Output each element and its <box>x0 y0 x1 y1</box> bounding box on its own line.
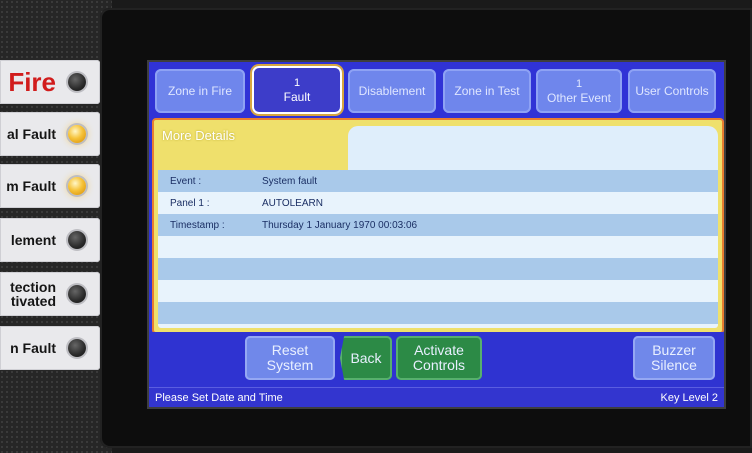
action-bar: Reset System Back Activate Controls Buzz… <box>149 332 724 387</box>
detail-row-event: Event : System fault <box>158 170 718 192</box>
indicator-label: m Fault <box>6 178 56 194</box>
led-icon <box>68 73 86 91</box>
indicator-label: al Fault <box>6 126 56 142</box>
indicator-label: n Fault <box>10 340 56 356</box>
detail-key: Timestamp : <box>170 219 225 231</box>
indicator-label: Fire <box>8 67 56 97</box>
tab-label: Zone in Fire <box>167 84 233 98</box>
detail-value: System fault <box>262 175 318 187</box>
button-label-line1: Reset <box>271 342 309 358</box>
led-icon <box>68 231 86 249</box>
indicator-label-line1: tection <box>10 279 56 295</box>
button-label: Back <box>350 349 382 366</box>
more-details-panel: More Details Event : System fault Panel … <box>152 118 724 334</box>
reset-system-button[interactable]: Reset System <box>245 336 335 380</box>
tab-label: Other Event <box>546 91 612 105</box>
details-list: Event : System fault Panel 1 : AUTOLEARN… <box>158 170 718 328</box>
tab-label: Fault <box>283 90 311 104</box>
buzzer-silence-button[interactable]: Buzzer Silence <box>633 336 715 380</box>
activate-controls-button[interactable]: Activate Controls <box>396 336 482 380</box>
tab-user-controls[interactable]: User Controls <box>628 69 716 113</box>
button-label-line2: System <box>266 357 314 373</box>
detail-value: AUTOLEARN <box>262 197 323 209</box>
tab-fault[interactable]: 1 Fault <box>252 66 342 114</box>
tab-count: 1 <box>575 78 583 90</box>
tab-zone-in-fire[interactable]: Zone in Fire <box>155 69 245 113</box>
detail-value: Thursday 1 January 1970 00:03:06 <box>262 219 418 231</box>
detail-row-empty <box>158 258 718 280</box>
tab-label: Disablement <box>358 84 426 98</box>
button-label-line1: Activate <box>414 342 464 358</box>
led-icon <box>68 285 86 303</box>
tab-zone-in-test[interactable]: Zone in Test <box>443 69 531 113</box>
button-label-line2: Silence <box>651 357 697 373</box>
indicator-label: tection tivated <box>10 272 56 316</box>
indicator-general-fault: al Fault <box>0 112 100 156</box>
indicator-fire: Fire <box>0 60 100 104</box>
detail-row-empty <box>158 236 718 258</box>
button-label-line1: Buzzer <box>652 342 696 358</box>
indicator-label-line2: tivated <box>10 293 56 309</box>
back-button[interactable]: Back <box>340 336 392 380</box>
touch-screen: Zone in Fire 1 Fault Disablement Zone in… <box>147 60 726 409</box>
tab-other-event[interactable]: 1 Other Event <box>536 69 622 113</box>
led-icon <box>68 177 86 195</box>
indicator-disablement: lement <box>0 218 100 262</box>
detail-row-empty <box>158 302 718 324</box>
tab-label: User Controls <box>635 84 709 98</box>
led-icon <box>68 125 86 143</box>
key-level: Key Level 2 <box>660 391 718 404</box>
front-panel-indicators: Fire al Fault m Fault lement tection tiv… <box>0 0 112 453</box>
detail-key: Event : <box>170 175 202 187</box>
detail-key: Panel 1 : <box>170 197 210 209</box>
details-title: More Details <box>162 128 235 143</box>
status-bar: Please Set Date and Time Key Level 2 <box>149 387 724 407</box>
event-tabs: Zone in Fire 1 Fault Disablement Zone in… <box>155 66 718 116</box>
detail-row-timestamp: Timestamp : Thursday 1 January 1970 00:0… <box>158 214 718 236</box>
status-message: Please Set Date and Time <box>155 391 283 404</box>
indicator-label: lement <box>10 232 56 248</box>
tab-disablement[interactable]: Disablement <box>348 69 436 113</box>
tab-label: Zone in Test <box>454 84 520 98</box>
button-label-line2: Controls <box>412 357 466 373</box>
indicator-fault: n Fault <box>0 326 100 370</box>
detail-row-panel: Panel 1 : AUTOLEARN <box>158 192 718 214</box>
tab-count: 1 <box>293 77 301 89</box>
indicator-protection-activated: tection tivated <box>0 272 100 316</box>
led-icon <box>68 339 86 357</box>
detail-row-empty <box>158 280 718 302</box>
indicator-system-fault: m Fault <box>0 164 100 208</box>
